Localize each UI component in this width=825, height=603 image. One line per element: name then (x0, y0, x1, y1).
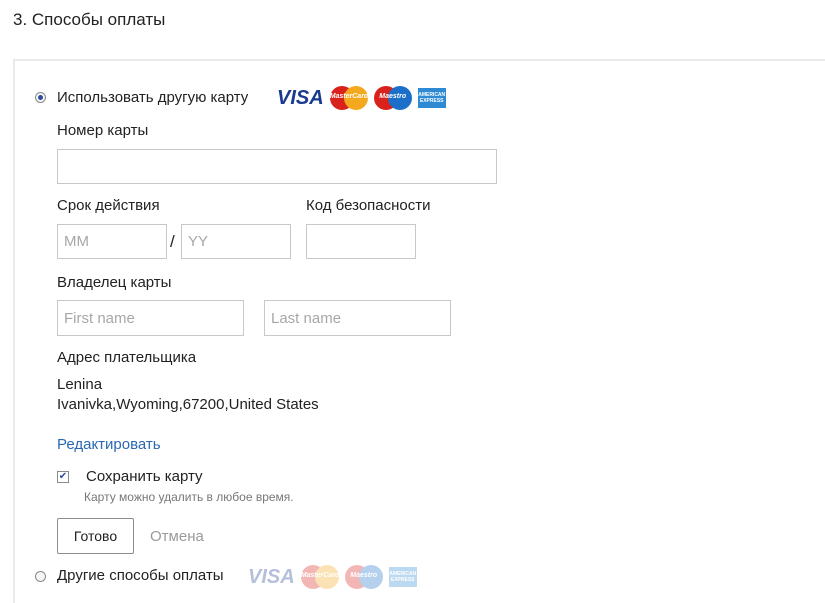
cancel-button[interactable]: Отмена (150, 528, 204, 545)
card-number-input[interactable] (57, 149, 497, 184)
maestro-logo: Maestro (373, 86, 412, 110)
mastercard-logo-text: MasterCard (329, 93, 369, 100)
expiry-label: Срок действия (57, 197, 160, 214)
amex-logo: AMERICAN EXPRESS (417, 88, 446, 108)
security-code-label: Код безопасности (306, 197, 431, 214)
maestro-logo-text: Maestro (379, 93, 407, 100)
option-use-other-card-label: Использовать другую карту (57, 89, 249, 106)
save-card-label: Сохранить карту (86, 468, 203, 485)
option-other-payment-label: Другие способы оплаты (57, 567, 224, 584)
expiry-separator: / (170, 232, 175, 251)
billing-address-line2: Ivanivka,Wyoming,67200,United States (57, 396, 319, 413)
maestro-logo: Maestro (344, 565, 383, 589)
card-number-label: Номер карты (57, 122, 149, 139)
expiry-month-input[interactable] (57, 224, 167, 259)
expiry-year-input[interactable] (181, 224, 291, 259)
maestro-logo-text: Maestro (350, 572, 378, 579)
mastercard-logo-text: MasterCard (300, 572, 340, 579)
visa-logo: VISA (277, 86, 324, 109)
mastercard-logo: MasterCard (329, 86, 369, 110)
section-title: 3. Способы оплаты (13, 10, 166, 29)
save-card-checkbox[interactable]: ✔ (57, 471, 69, 483)
card-logos: VISA MasterCard Maestro AMERICAN EXPRESS (277, 86, 446, 110)
done-button[interactable]: Готово (57, 518, 134, 554)
first-name-input[interactable] (57, 300, 244, 336)
radio-other-payment-methods[interactable] (35, 571, 46, 582)
last-name-input[interactable] (264, 300, 451, 336)
save-card-hint: Карту можно удалить в любое время. (84, 490, 294, 504)
card-owner-label: Владелец карты (57, 274, 172, 291)
edit-address-link[interactable]: Редактировать (57, 436, 161, 453)
radio-use-other-card[interactable] (35, 92, 46, 103)
amex-logo: AMERICAN EXPRESS (388, 567, 417, 587)
mastercard-logo: MasterCard (300, 565, 340, 589)
visa-logo: VISA (248, 565, 295, 588)
card-logos-disabled: VISA MasterCard Maestro AMERICAN EXPRESS (248, 565, 417, 589)
billing-address-label: Адрес плательщика (57, 349, 197, 366)
security-code-input[interactable] (306, 224, 416, 259)
billing-address-line1: Lenina (57, 376, 103, 393)
